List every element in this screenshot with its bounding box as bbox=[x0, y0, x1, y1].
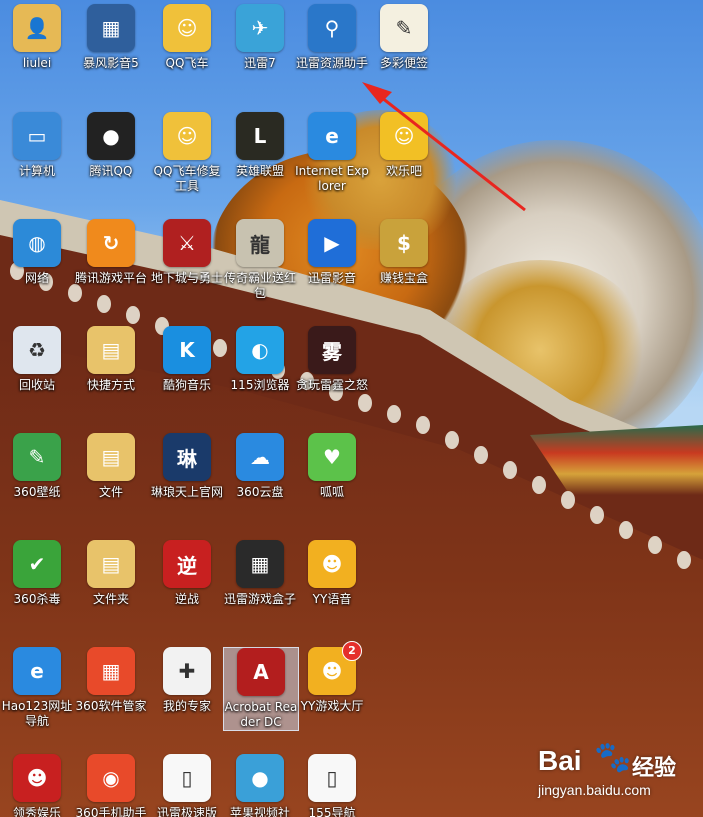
watermark-url: jingyan.baidu.com bbox=[538, 782, 651, 798]
watermark-logo: Bai bbox=[538, 745, 582, 776]
baidu-jingyan-watermark: Bai 🐾 经验 jingyan.baidu.com bbox=[538, 740, 698, 810]
paw-icon: 🐾 bbox=[594, 740, 632, 775]
desktop: 👤 liulei ▦ 暴风影音5 ☺ QQ飞车 ✈ 迅雷7 ⚲ 迅雷资源助手 ✎ 多彩便签 ▭ 计算机 ● 腾… bbox=[0, 0, 703, 817]
watermark-jingyan: 经验 bbox=[632, 756, 677, 781]
red-arrow-annotation bbox=[362, 82, 526, 212]
arrow-shaft bbox=[371, 88, 526, 212]
